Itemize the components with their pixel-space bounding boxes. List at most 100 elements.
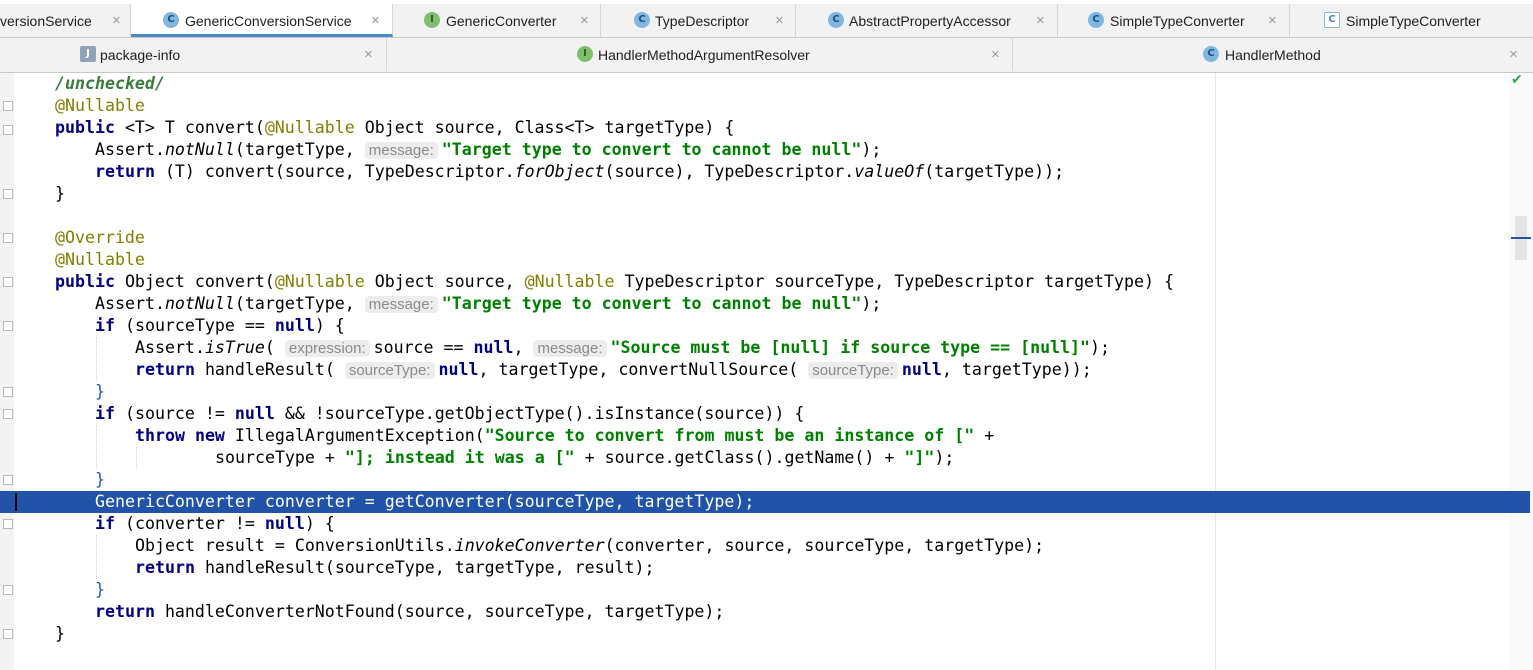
code-text: , [513, 338, 534, 357]
class-icon: C [163, 12, 179, 28]
indent-guide [136, 447, 137, 469]
keyword: public [55, 272, 115, 291]
fold-marker[interactable] [3, 475, 13, 485]
code-line-18[interactable]: sourceType + "]; instead it was a [" + s… [215, 447, 954, 469]
tab-handler-method[interactable]: C HandlerMethod × [1013, 38, 1533, 71]
fold-marker[interactable] [3, 321, 13, 331]
code-line-4[interactable]: Assert.notNull(targetType, message: "Targ… [95, 139, 881, 161]
code-text: Assert. [95, 294, 165, 313]
generic-class-icon: C [1324, 12, 1340, 28]
keyword: return [135, 558, 195, 577]
code-line-3[interactable]: public <T> T convert(@Nullable Object so… [55, 117, 734, 139]
fold-marker[interactable] [3, 585, 13, 595]
code-line-20[interactable]: GenericConverter converter = getConverte… [95, 491, 754, 513]
tab-conversion-service[interactable]: versionService × [0, 4, 131, 37]
fold-marker[interactable] [3, 519, 13, 529]
keyword: if [95, 316, 115, 335]
code-line-6[interactable]: } [55, 183, 65, 205]
string-literal: "]" [904, 448, 935, 467]
annotation: @Override [55, 228, 145, 247]
inspection-ok-icon: ✔ [1511, 71, 1523, 87]
code-line-5[interactable]: return (T) convert(source, TypeDescripto… [95, 161, 1064, 183]
close-tab-icon[interactable]: × [364, 46, 373, 63]
tab-simple-type-converter[interactable]: C SimpleTypeConverter × [1058, 4, 1290, 37]
keyword: null [901, 360, 942, 379]
code-text: sourceType + [215, 448, 345, 467]
code-text: Object source, [364, 272, 525, 291]
code-line-1[interactable]: /unchecked/ [55, 73, 165, 95]
code-text: Object result = ConversionUtils. [135, 536, 455, 555]
code-line-2[interactable]: @Nullable [55, 95, 145, 117]
fold-marker[interactable] [3, 409, 13, 419]
tab-simple-type-converter-2[interactable]: C SimpleTypeConverter [1290, 4, 1533, 37]
code-line-12[interactable]: if (sourceType == null) { [95, 315, 345, 337]
editor-tab-row-1: versionService × C GenericConversionServ… [0, 4, 1533, 38]
tab-label: package-info [100, 47, 181, 63]
close-tab-icon[interactable]: × [1509, 46, 1518, 63]
code-line-26[interactable]: } [55, 623, 65, 645]
code-text: } [55, 184, 65, 203]
fold-marker[interactable] [3, 629, 13, 639]
fold-marker[interactable] [3, 233, 13, 243]
code-line-17[interactable]: throw new IllegalArgumentException("Sour… [135, 425, 994, 447]
code-line-21[interactable]: if (converter != null) { [95, 513, 335, 535]
code-line-13[interactable]: Assert.isTrue( expression: source == null… [135, 337, 1110, 359]
tab-handler-method-argument-resolver[interactable]: I HandlerMethodArgumentResolver × [387, 38, 1013, 71]
code-text: ); [934, 448, 955, 467]
close-tab-icon[interactable]: × [1036, 12, 1045, 29]
close-tab-icon[interactable]: × [112, 12, 121, 29]
code-text: ); [1090, 338, 1111, 357]
tab-label: SimpleTypeConverter [1346, 13, 1481, 29]
fold-marker[interactable] [3, 189, 13, 199]
indent-guide [96, 425, 97, 469]
indent-guide [96, 337, 97, 381]
fold-marker[interactable] [3, 387, 13, 397]
code-text: } [95, 470, 105, 489]
code-text: , targetType)); [941, 360, 1092, 379]
code-line-25[interactable]: return handleConverterNotFound(source, s… [95, 601, 724, 623]
code-line-16[interactable]: if (source != null && !sourceType.getObj… [95, 403, 804, 425]
scroll-caret-marker [1511, 237, 1531, 239]
close-tab-icon[interactable]: × [991, 46, 1000, 63]
code-line-24[interactable]: } [95, 579, 105, 601]
close-tab-icon[interactable]: × [580, 12, 589, 29]
code-line-10[interactable]: public Object convert(@Nullable Object s… [55, 271, 1174, 293]
tab-generic-converter[interactable]: I GenericConverter × [393, 4, 601, 37]
code-line-11[interactable]: Assert.notNull(targetType, message: "Targ… [95, 293, 881, 315]
close-tab-icon[interactable]: × [371, 12, 380, 29]
code-text: handleResult(sourceType, targetType, res… [194, 558, 655, 577]
tab-abstract-property-accessor[interactable]: C AbstractPropertyAccessor × [796, 4, 1058, 37]
code-line-23[interactable]: return handleResult(sourceType, targetTy… [135, 557, 655, 579]
parameter-hint: message: [364, 296, 438, 313]
fold-marker[interactable] [3, 277, 13, 287]
string-literal: "Target type to convert to cannot be nul… [441, 294, 862, 313]
code-line-19[interactable]: } [95, 469, 105, 491]
code-text: ( [264, 338, 285, 357]
fold-marker[interactable] [3, 125, 13, 135]
tab-generic-conversion-service[interactable]: C GenericConversionService × [131, 4, 393, 37]
tab-type-descriptor[interactable]: C TypeDescriptor × [601, 4, 796, 37]
editor-scrollbar[interactable]: ✔ [1509, 71, 1533, 670]
code-text: <T> T convert( [114, 118, 265, 137]
close-tab-icon[interactable]: × [775, 12, 784, 29]
tab-package-info[interactable]: J package-info × [0, 38, 387, 71]
keyword: if [95, 514, 115, 533]
current-line-highlight: GenericConverter converter = getConverte… [0, 491, 1530, 513]
annotation: @Nullable [55, 96, 145, 115]
code-line-8[interactable]: @Override [55, 227, 145, 249]
code-text: /unchecked/ [55, 74, 165, 93]
code-line-14[interactable]: return handleResult( sourceType: null, ta… [135, 359, 1092, 381]
code-text: (targetType)); [924, 162, 1065, 181]
method-name: notNull [164, 140, 235, 159]
code-line-9[interactable]: @Nullable [55, 249, 145, 271]
string-literal: "Target type to convert to cannot be nul… [441, 140, 862, 159]
code-line-15[interactable]: } [95, 381, 105, 403]
code-text: ) { [314, 316, 345, 335]
keyword: null [438, 360, 479, 379]
fold-marker[interactable] [3, 101, 13, 111]
method-name: isTrue [204, 338, 265, 357]
code-line-22[interactable]: Object result = ConversionUtils.invokeCo… [135, 535, 1044, 557]
close-tab-icon[interactable]: × [1268, 12, 1277, 29]
editor-gutter[interactable] [0, 73, 14, 670]
code-editor[interactable]: ✔ GenericConverter converter = getConver… [0, 71, 1533, 670]
